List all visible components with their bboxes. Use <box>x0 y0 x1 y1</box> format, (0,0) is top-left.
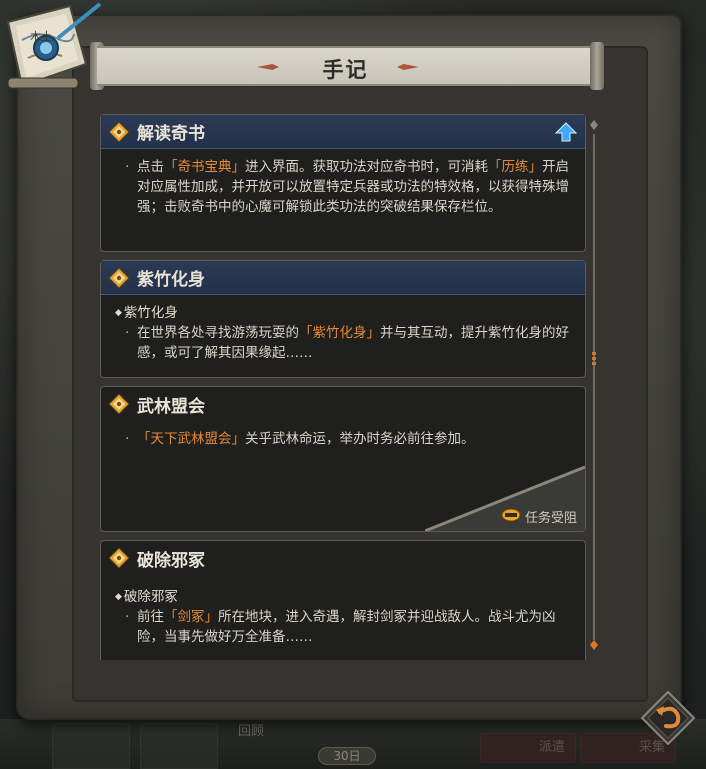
dispatch-button[interactable]: 派遣 <box>480 733 576 763</box>
journal-list[interactable]: 解读奇书 点击「奇书宝典」进入界面。获取功法对应奇书时，可消耗「历练」开启对应属… <box>100 112 586 660</box>
keyword-highlight: 「奇书宝典」 <box>164 159 245 175</box>
svg-text:木土: 木土 <box>30 30 52 43</box>
journal-card-wulin[interactable]: 武林盟会 「天下武林盟会」关乎武林命运，举办时务必前往参加。 任务受阻 <box>100 386 586 533</box>
card-description: ◆紫竹化身 在世界各处寻找游荡玩耍的「紫竹化身」并与其互动，提升紫竹化身的好感，… <box>101 295 585 371</box>
scrollbar[interactable] <box>590 120 598 650</box>
keyword-highlight: 「天下武林盟会」 <box>137 431 245 447</box>
keyword-highlight: 「紫竹化身」 <box>299 325 380 341</box>
card-header[interactable]: 破除邪冢 <box>101 541 585 575</box>
panel-title: 手记 <box>322 58 369 82</box>
scroll-thumb[interactable] <box>592 352 596 366</box>
journal-card-qishu[interactable]: 解读奇书 点击「奇书宝典」进入界面。获取功法对应奇书时，可消耗「历练」开启对应属… <box>100 114 586 252</box>
quest-diamond-icon <box>109 121 129 142</box>
journal-scroll-icon[interactable]: 木土 <box>0 0 110 95</box>
scroll-cap-bottom <box>590 640 598 650</box>
card-description: 点击「奇书宝典」进入界面。获取功法对应奇书时，可消耗「历练」开启对应属性加成，并… <box>101 149 585 225</box>
day-counter: 30日 <box>318 747 376 765</box>
quest-diamond-icon <box>109 394 129 414</box>
card-title: 解读奇书 <box>137 124 205 144</box>
character-slot[interactable] <box>52 723 130 769</box>
keyword-highlight: 「历练」 <box>488 159 542 175</box>
card-title: 武林盟会 <box>137 396 205 417</box>
title-bar: 手记 <box>97 46 594 86</box>
card-header[interactable]: 武林盟会 <box>101 387 585 421</box>
card-subtitle: ◆ 破除邪冢 <box>115 589 178 605</box>
journal-card-xiezhong[interactable]: 破除邪冢 ◆破除邪冢 前往「剑冢」所在地块，进入奇遇，解封剑冢并迎战敌人。战斗尤… <box>100 540 586 660</box>
blocked-icon <box>501 508 521 526</box>
card-header[interactable]: 解读奇书 <box>101 115 585 149</box>
bottom-hud: 回顾 30日 派遣 采集 <box>0 719 706 769</box>
card-subtitle: ◆ 紫竹化身 <box>115 305 178 321</box>
card-title: 破除邪冢 <box>137 550 205 571</box>
scroll-track-line <box>593 134 595 640</box>
card-header[interactable]: 紫竹化身 <box>101 261 585 295</box>
character-slot[interactable] <box>140 723 218 769</box>
back-button[interactable] <box>640 690 696 746</box>
card-description: 「天下武林盟会」关乎武林命运，举办时务必前往参加。 <box>101 421 585 457</box>
quest-blocked-status: 任务受阻 <box>501 507 577 526</box>
card-description: ◆破除邪冢 前往「剑冢」所在地块，进入奇遇，解封剑冢并迎战敌人。战斗尤为凶险，当… <box>101 575 585 655</box>
scroll-roll-right <box>590 42 604 90</box>
journal-card-zizhu[interactable]: 紫竹化身 ◆紫竹化身 在世界各处寻找游荡玩耍的「紫竹化身」并与其互动，提升紫竹化… <box>100 260 586 378</box>
quest-diamond-icon <box>109 267 129 288</box>
review-label[interactable]: 回顾 <box>238 720 264 739</box>
quest-diamond-icon <box>109 548 129 568</box>
arrow-up-icon[interactable] <box>554 122 578 142</box>
scroll-cap-top <box>590 120 598 130</box>
keyword-highlight: 「剑冢」 <box>164 609 218 625</box>
card-title: 紫竹化身 <box>137 270 205 290</box>
